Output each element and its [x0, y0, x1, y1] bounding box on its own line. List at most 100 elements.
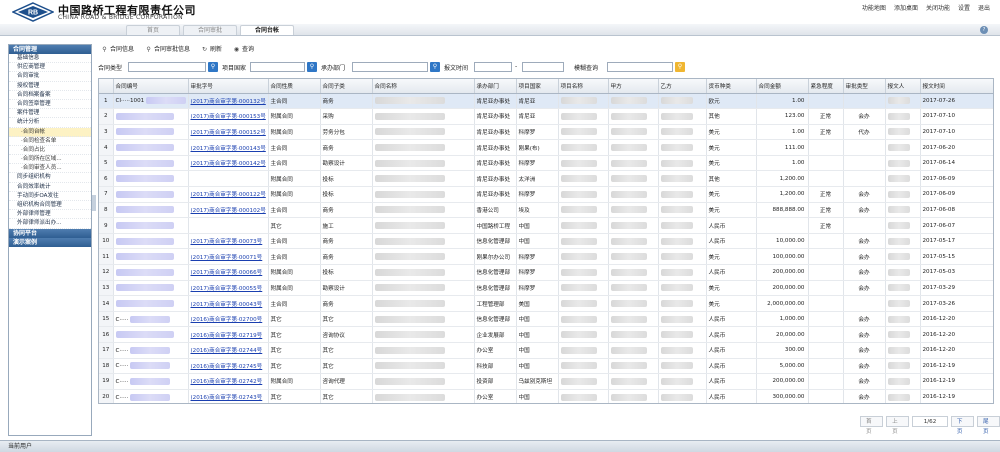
- sidebar-item[interactable]: 供应商管理: [9, 63, 91, 73]
- sidebar-item-contract-ledger[interactable]: ·合同台帐: [9, 127, 91, 137]
- sidebar-group-contract[interactable]: 合同管理: [9, 45, 91, 54]
- table-row[interactable]: 17 C····· (2016)商合审字第·02744号 其它 其它 办公室 中国 人民币 30…: [99, 342, 993, 359]
- approval-number-link[interactable]: (2017)商合审字第·00066号: [191, 270, 263, 276]
- approval-number-link[interactable]: (2017)商合审字第·000122号: [191, 192, 266, 198]
- logout-link[interactable]: 退出: [978, 3, 990, 12]
- column-header[interactable]: 项目名称: [558, 79, 609, 94]
- tab-contract-ledger[interactable]: 合同台帐: [240, 25, 294, 35]
- query-button[interactable]: ◉ 查询: [230, 44, 257, 55]
- column-header[interactable]: 审批类型: [843, 79, 886, 94]
- sidebar-item[interactable]: 案件管理: [9, 109, 91, 119]
- sidebar-item[interactable]: 授权管理: [9, 82, 91, 91]
- table-row[interactable]: 16 (2016)商合审字第·02719号 其它 咨询协议 企业发展部 中国 人民币 20,0…: [99, 326, 993, 343]
- sidebar-group-demo[interactable]: 演示案例: [9, 237, 91, 247]
- project-country-search-icon[interactable]: ⚲: [307, 62, 317, 72]
- refresh-button[interactable]: ↻ 刷新: [198, 44, 225, 55]
- column-header[interactable]: 乙方: [658, 79, 707, 94]
- sidebar-item[interactable]: 合同审批: [9, 72, 91, 82]
- table-row[interactable]: 14 (2017)商合审字第·00043号 主合同 商务 工程管理部 美国 美元 2,000,…: [99, 295, 993, 312]
- close-function-link[interactable]: 关闭功能: [926, 3, 950, 12]
- approval-number-link[interactable]: (2016)商合审字第·02719号: [191, 333, 263, 339]
- sidebar-item[interactable]: 统计分析: [9, 118, 91, 128]
- approval-number-link[interactable]: (2017)商合审字第·000142号: [191, 161, 266, 167]
- dept-search-icon[interactable]: ⚲: [430, 62, 440, 72]
- table-row[interactable]: 9 其它 施工 中国路桥工程 中国 人民币 正常 2017-06-07: [99, 217, 993, 234]
- sidebar-item[interactable]: 基础信息: [9, 54, 91, 64]
- approval-number-link[interactable]: (2017)商合审字第·00043号: [191, 302, 263, 308]
- project-country-input[interactable]: [250, 62, 305, 72]
- column-header[interactable]: 紧急程度: [808, 79, 844, 94]
- sidebar-item[interactable]: 同步组织机构: [9, 173, 91, 183]
- column-header[interactable]: 货币种类: [706, 79, 757, 94]
- table-row[interactable]: 12 (2017)商合审字第·00066号 附属合同 投标 信息化管理部 科摩罗 人民币 20…: [99, 264, 993, 281]
- next-page-button[interactable]: 下页: [950, 416, 974, 435]
- column-header[interactable]: 项目国家: [516, 79, 559, 94]
- approval-number-link[interactable]: (2017)商合审字第·000153号: [191, 114, 266, 120]
- settings-link[interactable]: 设置: [958, 3, 970, 12]
- column-header[interactable]: 承办部门: [474, 79, 517, 94]
- last-page-button[interactable]: 尾页: [976, 416, 1000, 435]
- approval-number-link[interactable]: (2017)商合审字第·000143号: [191, 146, 266, 152]
- sidebar-item[interactable]: ·合同检查名单: [9, 137, 91, 146]
- table-row[interactable]: 6 附属合同 投标 肯尼亚办事处 太洋洲 其他 1,200.00 2017-06-09: [99, 170, 993, 188]
- table-row[interactable]: 10 (2017)商合审字第·00073号 主合同 商务 信息化管理部 中国 人民币 10,0…: [99, 233, 993, 250]
- table-row[interactable]: 19 C····· (2016)商合审字第·02742号 附属合同 咨询代理 投资部 乌兹别…: [99, 373, 993, 390]
- table-row[interactable]: 11 (2017)商合审字第·00071号 主合同 商务 刚果尔办公司 科摩罗 美元 100,…: [99, 248, 993, 266]
- sidebar-item[interactable]: 外部律师派出办...: [9, 219, 91, 229]
- contract-type-input[interactable]: [128, 62, 206, 72]
- column-header[interactable]: 甲方: [608, 79, 659, 94]
- approval-number-link[interactable]: (2017)商合审字第·00073号: [191, 239, 263, 245]
- sidebar-item[interactable]: 外部律师管理: [9, 210, 91, 220]
- column-header[interactable]: 合同金额: [756, 79, 809, 94]
- sidebar-collapse-handle[interactable]: [92, 195, 96, 211]
- sidebar-group-collab[interactable]: 协同平台: [9, 228, 91, 238]
- dept-input[interactable]: [352, 62, 428, 72]
- sidebar-item[interactable]: 合同效率统计: [9, 183, 91, 192]
- submit-time-start-input[interactable]: [474, 62, 512, 72]
- sidebar-item[interactable]: ·合同审查人员...: [9, 164, 91, 174]
- fuzzy-query-input[interactable]: [607, 62, 673, 72]
- prev-page-button[interactable]: 上页: [886, 416, 910, 435]
- sidebar-item[interactable]: ·合同所在区域...: [9, 155, 91, 165]
- table-row[interactable]: 18 C····· (2016)商合审字第·02745号 其它 其它 科技部 中国 人民币 5,…: [99, 358, 993, 375]
- column-header[interactable]: 报文时间: [920, 79, 993, 94]
- table-row[interactable]: 2 (2017)商合审字第·000153号 附属合同 采购 肯尼亚办事处 肯尼亚 其他 123…: [99, 108, 993, 125]
- page-indicator[interactable]: 1/62: [912, 416, 948, 427]
- approval-number-link[interactable]: (2017)商合审字第·000102号: [191, 208, 266, 214]
- approval-number-link[interactable]: (2016)商合审字第·02700号: [191, 317, 263, 323]
- table-row[interactable]: 15 C····· (2016)商合审字第·02700号 其它 其它 信息化管理部 中国 人民…: [99, 311, 993, 328]
- table-row[interactable]: 3 (2017)商合审字第·000152号 附属合同 劳务分包 肯尼亚办事处 科摩罗 美元 1…: [99, 124, 993, 141]
- approval-number-link[interactable]: (2017)商合审字第·00071号: [191, 255, 263, 261]
- table-row[interactable]: 13 (2017)商合审字第·00055号 附属合同 勘察设计 信息化管理部 科摩罗 美元 2…: [99, 280, 993, 297]
- table-row[interactable]: 5 (2017)商合审字第·000142号 主合同 勘察设计 肯尼亚办事处 科摩罗 美元 1.…: [99, 155, 993, 172]
- contract-type-search-icon[interactable]: ⚲: [208, 62, 218, 72]
- approval-number-link[interactable]: (2017)商合审字第·000132号: [191, 99, 266, 105]
- first-page-button[interactable]: 首页: [860, 416, 884, 435]
- column-header[interactable]: 合同子类: [320, 79, 373, 94]
- approval-number-link[interactable]: (2016)商合审字第·02743号: [191, 395, 263, 401]
- table-row[interactable]: 8 (2017)商合审字第·000102号 主合同 商务 香港公司 埃及 美元 888,888…: [99, 202, 993, 219]
- table-row[interactable]: 7 (2017)商合审字第·000122号 附属合同 投标 肯尼亚办事处 科摩罗 美元 1,2…: [99, 186, 993, 203]
- submit-time-end-input[interactable]: [522, 62, 564, 72]
- table-row[interactable]: 20 C····· (2016)商合审字第·02743号 其它 其它 办公室 中国 人民币 30…: [99, 389, 993, 403]
- table-row[interactable]: 1 CI·····1001 (2017)商合审字第·000132号 主合同 商务 肯尼亚办…: [99, 93, 993, 110]
- fuzzy-query-search-icon[interactable]: ⚲: [675, 62, 685, 72]
- tab-contract-approval[interactable]: 合同审批: [183, 25, 237, 35]
- sidebar-item[interactable]: 合同档案备案: [9, 91, 91, 100]
- contract-info-button[interactable]: ⚲ 合同信息: [98, 44, 137, 55]
- sidebar-item[interactable]: 手动同步OA发往: [9, 192, 91, 201]
- approval-info-button[interactable]: ⚲ 合同审批信息: [142, 44, 193, 55]
- tab-home[interactable]: 首页: [126, 25, 180, 35]
- sidebar-item[interactable]: 合同签章管理: [9, 100, 91, 110]
- column-header[interactable]: 合同性质: [268, 79, 321, 94]
- sidebar-item[interactable]: ·合同占比: [9, 146, 91, 156]
- table-row[interactable]: 4 (2017)商合审字第·000143号 主合同 商务 肯尼亚办事处 刚果(布) 美元 11…: [99, 139, 993, 156]
- approval-number-link[interactable]: (2016)商合审字第·02744号: [191, 348, 263, 354]
- column-header[interactable]: 合同编号: [113, 79, 189, 94]
- approval-number-link[interactable]: (2016)商合审字第·02745号: [191, 364, 263, 370]
- column-header[interactable]: 审批字号: [188, 79, 269, 94]
- help-icon[interactable]: ?: [980, 26, 988, 34]
- function-map-link[interactable]: 功能地图: [862, 3, 886, 12]
- approval-number-link[interactable]: (2016)商合审字第·02742号: [191, 379, 263, 385]
- approval-number-link[interactable]: (2017)商合审字第·000152号: [191, 130, 266, 136]
